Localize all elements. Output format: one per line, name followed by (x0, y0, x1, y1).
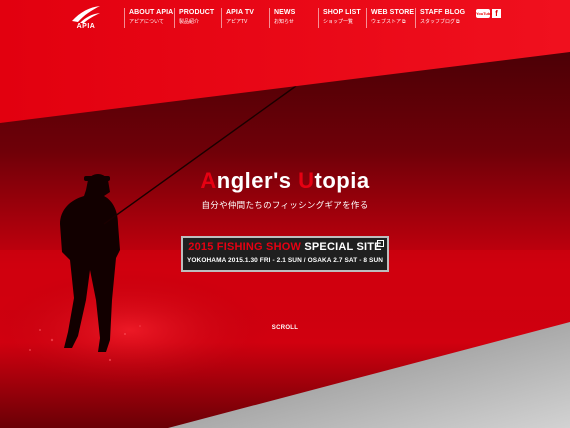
apia-logo[interactable]: APIA (64, 4, 108, 34)
banner-headline-red: 2015 FISHING SHOW (188, 241, 302, 253)
hero-background (0, 0, 570, 428)
hero-title-word-rest: ngler's (216, 168, 299, 193)
scroll-indicator[interactable]: SCROLL (0, 325, 570, 331)
fishing-show-banner[interactable]: 2015 FISHING SHOW SPECIAL SITE YOKOHAMA … (181, 236, 389, 272)
nav-item-label: ABOUT APIA (129, 9, 174, 16)
hero-title: Angler's Utopia (0, 168, 570, 194)
external-link-icon: ⧉ (402, 19, 406, 25)
external-link-icon: ⧉ (456, 19, 460, 25)
nav-item-sublabel-text: スタッフブログ (420, 19, 456, 25)
external-link-icon (377, 240, 384, 247)
hero-title-accent-letter: A (200, 168, 217, 193)
logo-text: APIA (76, 23, 96, 30)
nav-item-about-apia[interactable]: ABOUT APIA アピアについて (124, 8, 173, 28)
nav-item-web-store[interactable]: WEB STORE ウェブストア⧉ (366, 8, 414, 28)
nav-item-label: STAFF BLOG (420, 9, 466, 16)
nav-item-label: APIA TV (226, 9, 255, 16)
banner-headline: 2015 FISHING SHOW SPECIAL SITE (183, 241, 387, 253)
nav-item-label: NEWS (274, 9, 296, 16)
nav-item-sublabel-text: ウェブストア (371, 19, 402, 25)
nav-item-staff-blog[interactable]: STAFF BLOG スタッフブログ⧉ (415, 8, 465, 28)
hero-section: APIA ABOUT APIA アピアについて PRODUCT 製品紹介 API… (0, 0, 570, 428)
nav-item-sublabel: スタッフブログ⧉ (420, 18, 465, 26)
nav-item-label: PRODUCT (179, 9, 215, 16)
nav-item-sublabel: お知らせ (274, 19, 294, 25)
banner-details: YOKOHAMA 2015.1.30 FRI - 2.1 SUN / OSAKA… (186, 257, 384, 264)
nav-item-apia-tv[interactable]: APIA TV アピアTV (221, 8, 254, 28)
nav-item-sublabel: アピアTV (226, 19, 248, 25)
site-header: APIA ABOUT APIA アピアについて PRODUCT 製品紹介 API… (0, 0, 570, 34)
nav-item-sublabel: ウェブストア⧉ (371, 18, 414, 26)
nav-item-sublabel: ショップ一覧 (323, 19, 354, 25)
hero-subtitle: 自分や仲間たちのフィッシングギアを作る (201, 200, 369, 210)
facebook-icon[interactable]: f (492, 9, 501, 18)
hero-title-word-rest: topia (314, 168, 370, 193)
nav-item-sublabel: 製品紹介 (179, 19, 200, 25)
nav-item-news[interactable]: NEWS お知らせ (269, 8, 295, 28)
nav-item-shop-list[interactable]: SHOP LIST ショップ一覧 (318, 8, 361, 28)
youtube-icon[interactable]: YouTube (476, 9, 493, 18)
nav-item-label: WEB STORE (371, 9, 415, 16)
hero-title-accent-letter: U (298, 168, 315, 193)
nav-item-label: SHOP LIST (323, 9, 361, 16)
nav-item-product[interactable]: PRODUCT 製品紹介 (174, 8, 214, 28)
apia-logo-mark-icon (72, 6, 100, 23)
nav-item-sublabel: アピアについて (129, 19, 164, 25)
banner-headline-white: SPECIAL SITE (304, 241, 382, 253)
